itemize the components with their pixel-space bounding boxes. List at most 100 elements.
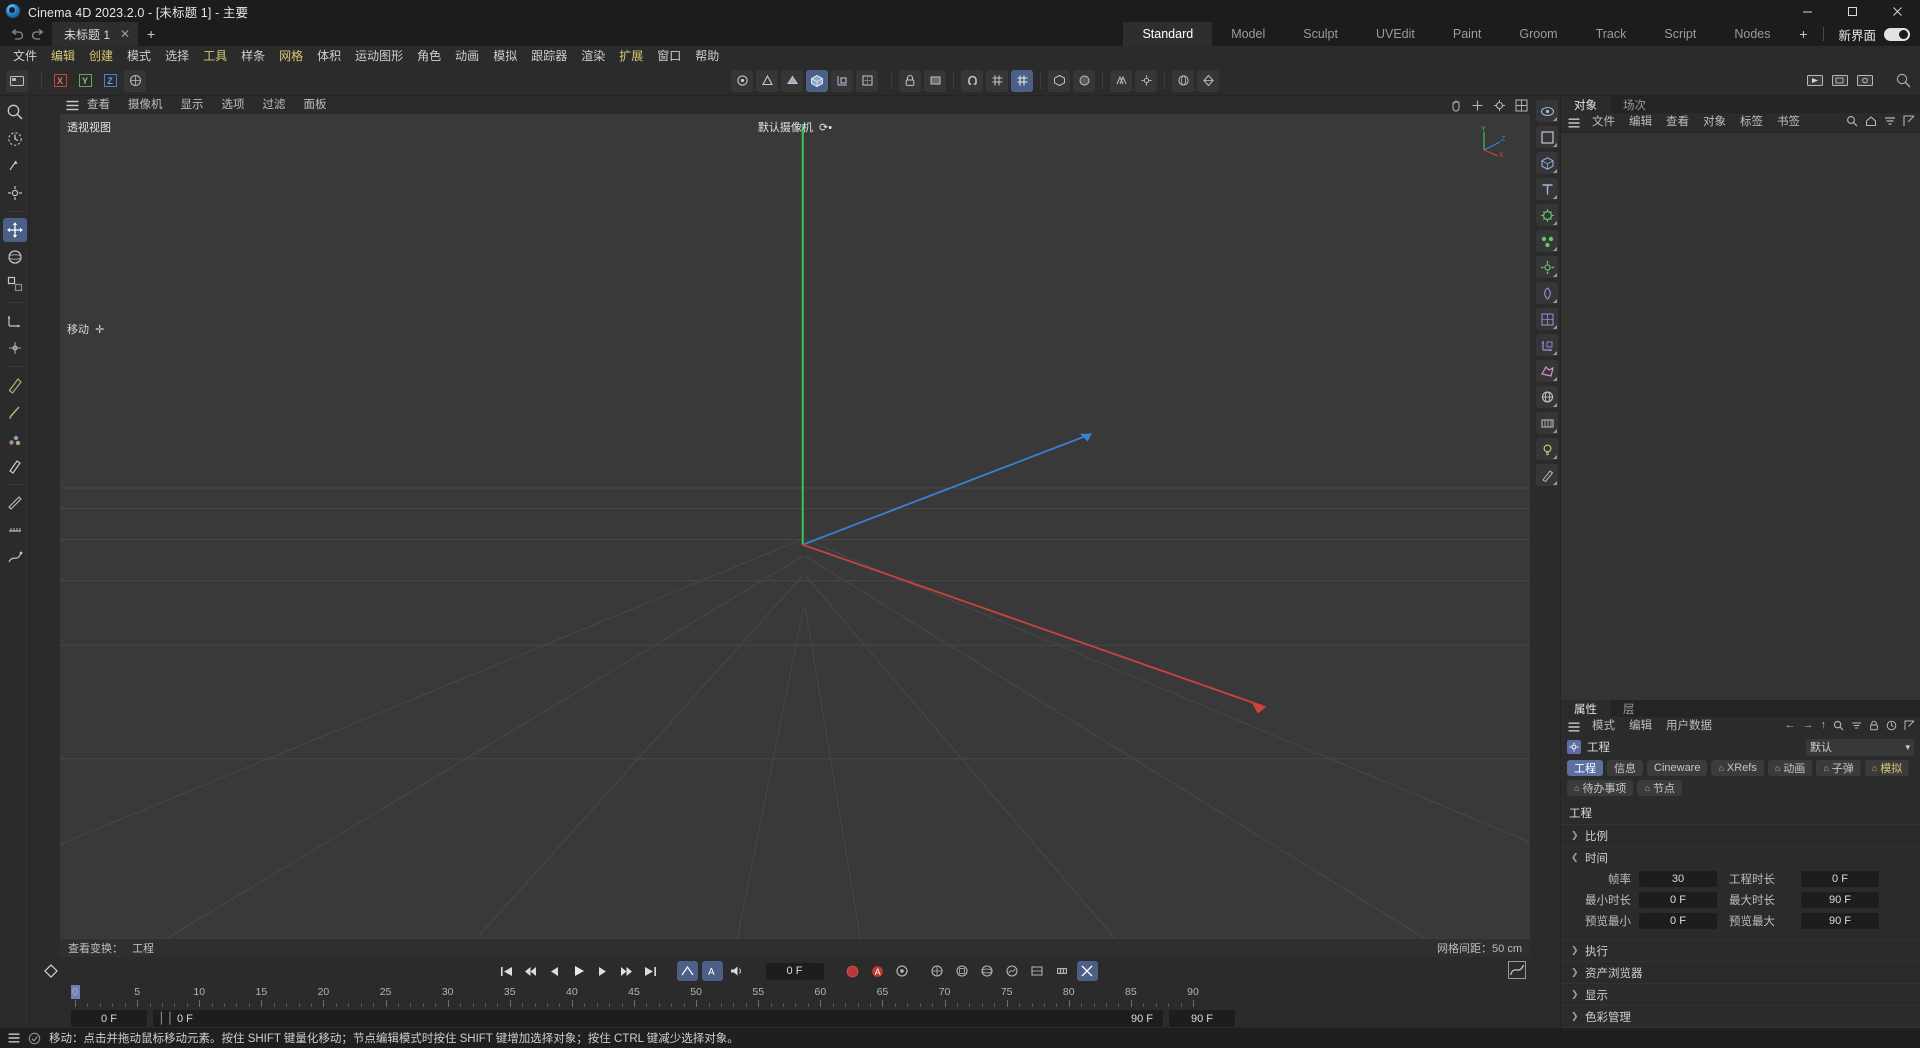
function-curve-icon[interactable] — [1508, 961, 1526, 979]
attr-menu-mode[interactable]: 模式 — [1585, 717, 1622, 736]
chip-project[interactable]: 工程 — [1567, 760, 1603, 776]
input-fps[interactable]: 30 — [1639, 871, 1717, 887]
ruler-icon[interactable] — [3, 518, 27, 542]
go-to-start-icon[interactable] — [497, 961, 517, 981]
shader-icon[interactable] — [1536, 282, 1558, 304]
input-min-length[interactable]: 0 F — [1639, 892, 1717, 908]
timeline-icon[interactable] — [1052, 961, 1073, 981]
attr-menu-edit[interactable]: 编辑 — [1622, 717, 1659, 736]
polygon-pink-icon[interactable] — [1536, 360, 1558, 382]
point-level-key-icon[interactable] — [1027, 961, 1048, 981]
undo-icon[interactable] — [8, 25, 26, 43]
current-frame-field[interactable]: 0 F — [766, 963, 824, 980]
attr-menu-userdata[interactable]: 用户数据 — [1659, 717, 1719, 736]
sound-icon[interactable] — [727, 961, 748, 981]
step-forward-icon[interactable] — [593, 961, 613, 981]
viewport-menu-display[interactable]: 显示 — [172, 96, 213, 114]
text-icon[interactable] — [1536, 178, 1558, 200]
objmgr-menu-object[interactable]: 对象 — [1696, 113, 1733, 132]
sculpt-icon[interactable] — [3, 545, 27, 569]
previous-keyframe-icon[interactable] — [521, 961, 541, 981]
timeline-current-frame-field[interactable]: 0 F — [71, 1010, 147, 1027]
hamburger-icon[interactable] — [66, 100, 79, 111]
maximize-button[interactable] — [1830, 0, 1875, 22]
layout-tab-nodes[interactable]: Nodes — [1715, 22, 1789, 46]
timeline-rail-icon[interactable] — [1536, 412, 1558, 434]
group-color-management[interactable]: ❯ 色彩管理 — [1561, 1005, 1920, 1027]
measure-icon[interactable] — [3, 491, 27, 515]
knife-icon[interactable] — [3, 400, 27, 424]
chip-nodes[interactable]: ⌂节点 — [1637, 780, 1681, 796]
expand-icon[interactable] — [1903, 115, 1915, 127]
hamburger-icon[interactable] — [1565, 722, 1585, 732]
objmgr-menu-edit[interactable]: 编辑 — [1622, 113, 1659, 132]
help-search-icon[interactable] — [1892, 70, 1914, 92]
layout-tab-model[interactable]: Model — [1212, 22, 1284, 46]
input-preview-min[interactable]: 0 F — [1639, 913, 1717, 929]
quantize-icon[interactable] — [986, 70, 1008, 92]
object-view-icon[interactable] — [1536, 126, 1558, 148]
snap-active-icon[interactable] — [1011, 70, 1033, 92]
search-icon[interactable] — [1833, 720, 1844, 731]
home-icon[interactable] — [1865, 115, 1877, 127]
paint-icon[interactable] — [3, 454, 27, 478]
autokeying-icon[interactable]: A — [867, 961, 888, 981]
hamburger-icon[interactable] — [8, 1033, 20, 1043]
menu-file[interactable]: 文件 — [6, 46, 44, 66]
viewport-menu-panel[interactable]: 面板 — [295, 96, 336, 114]
chip-cineware[interactable]: Cineware — [1647, 760, 1707, 776]
rotate-icon[interactable] — [3, 245, 27, 269]
brush-icon[interactable] — [3, 427, 27, 451]
camera-icon[interactable] — [1197, 70, 1219, 92]
chip-bullet[interactable]: ⌂子弹 — [1816, 760, 1860, 776]
menu-volume[interactable]: 体积 — [310, 46, 348, 66]
up-icon[interactable]: ↑ — [1821, 719, 1827, 731]
render-settings-icon[interactable] — [1854, 70, 1876, 92]
layout-tab-groom[interactable]: Groom — [1500, 22, 1576, 46]
menu-window[interactable]: 窗口 — [650, 46, 688, 66]
group-display[interactable]: ❯ 显示 — [1561, 983, 1920, 1005]
tab-attributes[interactable]: 属性 — [1561, 700, 1610, 717]
zoom-icon[interactable] — [1471, 99, 1484, 112]
tab-takes[interactable]: 场次 — [1610, 96, 1659, 113]
bend-deformer-icon[interactable] — [1135, 70, 1157, 92]
add-layout-button[interactable]: + — [1789, 26, 1817, 42]
layout-icon[interactable] — [1515, 99, 1528, 112]
timeline-preview-range-field[interactable]: ▏▏ 0 F 90 F — [153, 1010, 1163, 1027]
menu-mograph[interactable]: 运动图形 — [348, 46, 410, 66]
polygon-mode-icon[interactable] — [781, 70, 803, 92]
pen-icon[interactable] — [1536, 464, 1558, 486]
array-icon[interactable] — [1110, 70, 1132, 92]
texture-mode-icon[interactable] — [856, 70, 878, 92]
point-mode-icon[interactable] — [731, 70, 753, 92]
objmgr-menu-file[interactable]: 文件 — [1585, 113, 1622, 132]
viewport-menu-options[interactable]: 选项 — [213, 96, 254, 114]
objmgr-menu-view[interactable]: 查看 — [1659, 113, 1696, 132]
move-icon[interactable] — [3, 218, 27, 242]
uv-icon[interactable] — [1536, 308, 1558, 330]
lock-icon[interactable] — [1869, 720, 1879, 731]
y-axis-lock-icon[interactable]: Y — [74, 70, 96, 92]
close-button[interactable] — [1875, 0, 1920, 22]
param-key-icon[interactable] — [1002, 961, 1023, 981]
redo-view-icon[interactable] — [3, 154, 27, 178]
group-asset-browser[interactable]: ❯ 资产浏览器 — [1561, 961, 1920, 983]
chip-simulation[interactable]: ⌂模拟 — [1865, 760, 1909, 776]
menu-select[interactable]: 选择 — [158, 46, 196, 66]
filter-icon[interactable] — [1851, 720, 1862, 731]
globe-icon[interactable] — [1536, 386, 1558, 408]
chip-xrefs[interactable]: ⌂XRefs — [1711, 760, 1763, 776]
position-key-icon[interactable] — [927, 961, 948, 981]
spline-pen-icon[interactable] — [1073, 70, 1095, 92]
drag-handle-icon[interactable]: ▏▏ — [161, 1012, 178, 1025]
group-execution[interactable]: ❯ 执行 — [1561, 939, 1920, 961]
back-icon[interactable]: ← — [1785, 719, 1796, 731]
world-local-icon[interactable] — [3, 309, 27, 333]
new-ui-toggle[interactable] — [1884, 28, 1910, 41]
filter-icon[interactable] — [1884, 115, 1896, 127]
forward-icon[interactable]: → — [1803, 719, 1814, 731]
layout-tab-sculpt[interactable]: Sculpt — [1284, 22, 1357, 46]
menu-edit[interactable]: 编辑 — [44, 46, 82, 66]
axis-gizmo[interactable]: Y Z X — [1476, 126, 1510, 158]
chip-animation[interactable]: ⌂动画 — [1768, 760, 1812, 776]
